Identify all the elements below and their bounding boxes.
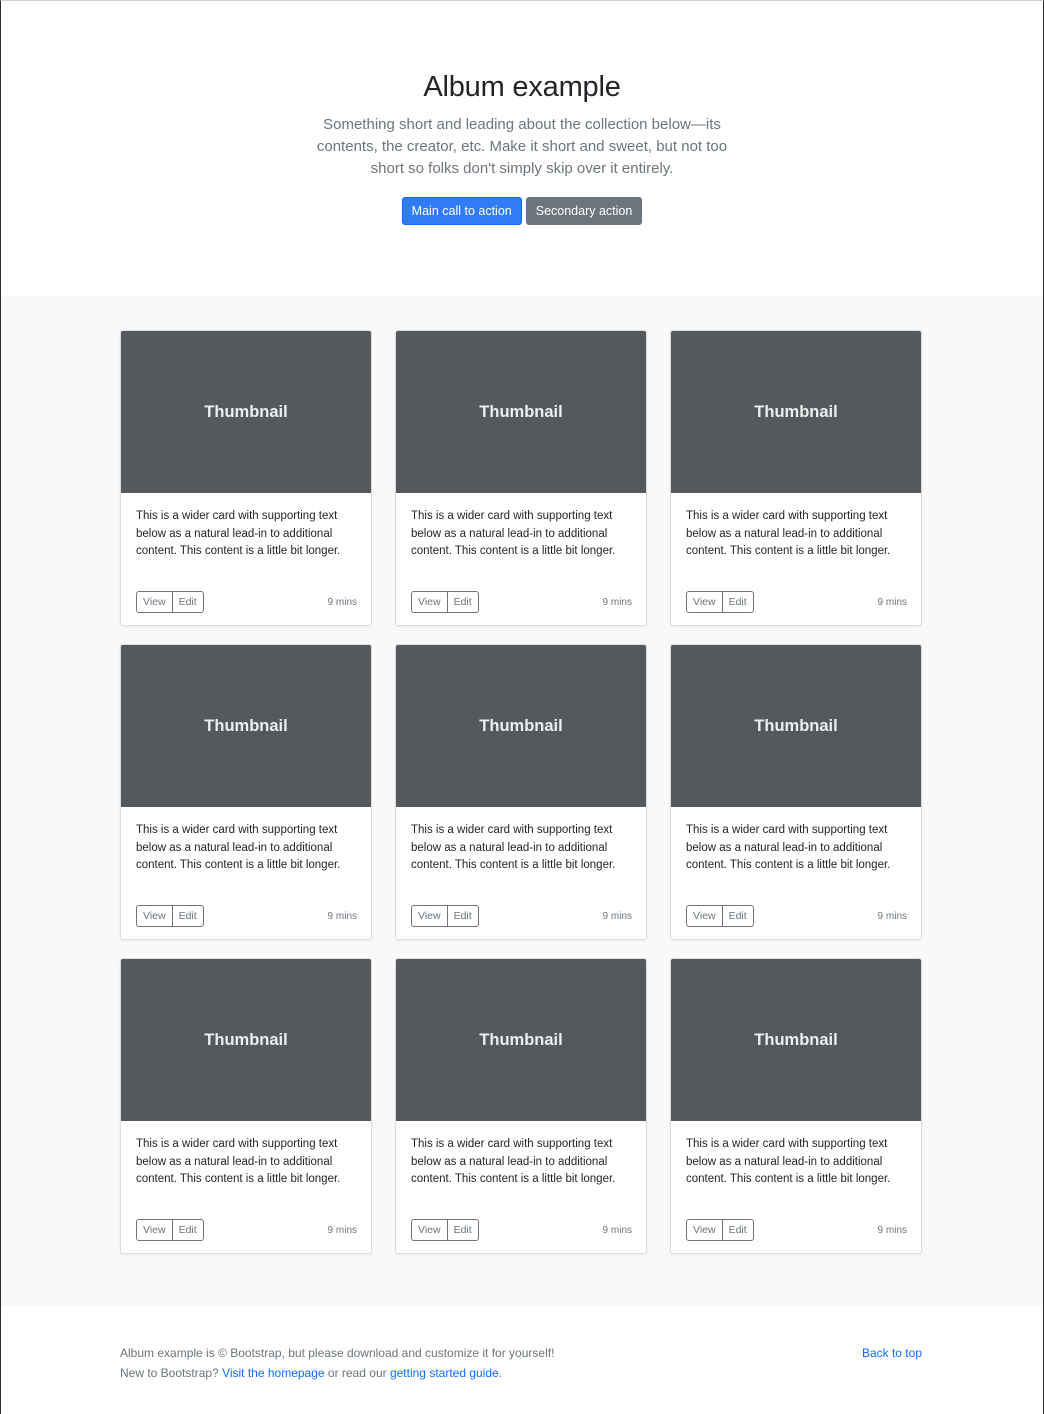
card-text: This is a wider card with supporting tex… bbox=[136, 1138, 341, 1185]
card-button-group: View Edit bbox=[686, 1219, 754, 1241]
card: Thumbnail This is a wider card with supp… bbox=[395, 644, 647, 940]
card: Thumbnail This is a wider card with supp… bbox=[120, 330, 372, 626]
card-text: This is a wider card with supporting tex… bbox=[136, 510, 341, 557]
card-text: This is a wider card with supporting tex… bbox=[686, 1138, 891, 1185]
card-time: 9 mins bbox=[327, 596, 357, 608]
card: Thumbnail This is a wider card with supp… bbox=[670, 644, 922, 940]
edit-button[interactable]: Edit bbox=[447, 1219, 479, 1241]
footer-help-middle: or read our bbox=[324, 1366, 390, 1380]
page-footer: Back to top Album example is © Bootstrap… bbox=[1, 1306, 1043, 1414]
getting-started-guide-link[interactable]: getting started guide bbox=[390, 1366, 499, 1380]
edit-button[interactable]: Edit bbox=[722, 905, 754, 927]
card-button-group: View Edit bbox=[411, 591, 479, 613]
card-button-group: View Edit bbox=[136, 591, 204, 613]
card-time: 9 mins bbox=[602, 1224, 632, 1236]
hero-actions: Main call to action Secondary action bbox=[1, 197, 1043, 225]
edit-button[interactable]: Edit bbox=[447, 591, 479, 613]
view-button[interactable]: View bbox=[136, 1219, 173, 1241]
card-button-group: View Edit bbox=[686, 905, 754, 927]
footer-help-suffix: . bbox=[498, 1366, 503, 1380]
card-thumbnail: Thumbnail bbox=[396, 959, 646, 1121]
view-button[interactable]: View bbox=[686, 1219, 723, 1241]
card-time: 9 mins bbox=[877, 910, 907, 922]
card-thumbnail: Thumbnail bbox=[671, 331, 921, 493]
card-time: 9 mins bbox=[327, 1224, 357, 1236]
card-thumbnail: Thumbnail bbox=[671, 959, 921, 1121]
hero-lead: Something short and leading about the co… bbox=[316, 116, 728, 177]
card: Thumbnail This is a wider card with supp… bbox=[395, 330, 647, 626]
page-title: Album example bbox=[423, 71, 621, 103]
card-text: This is a wider card with supporting tex… bbox=[686, 510, 891, 557]
card-button-group: View Edit bbox=[411, 905, 479, 927]
edit-button[interactable]: Edit bbox=[447, 905, 479, 927]
card-grid: Thumbnail This is a wider card with supp… bbox=[120, 330, 922, 1254]
hero-section: Album example Something short and leadin… bbox=[1, 1, 1043, 296]
card-time: 9 mins bbox=[327, 910, 357, 922]
edit-button[interactable]: Edit bbox=[722, 591, 754, 613]
card-button-group: View Edit bbox=[136, 905, 204, 927]
card: Thumbnail This is a wider card with supp… bbox=[670, 330, 922, 626]
view-button[interactable]: View bbox=[411, 591, 448, 613]
edit-button[interactable]: Edit bbox=[172, 905, 204, 927]
edit-button[interactable]: Edit bbox=[722, 1219, 754, 1241]
card-time: 9 mins bbox=[602, 596, 632, 608]
footer-help: New to Bootstrap? Visit the homepage or … bbox=[120, 1363, 922, 1383]
card-button-group: View Edit bbox=[411, 1219, 479, 1241]
card-thumbnail: Thumbnail bbox=[121, 645, 371, 807]
edit-button[interactable]: Edit bbox=[172, 1219, 204, 1241]
view-button[interactable]: View bbox=[686, 905, 723, 927]
homepage-link[interactable]: Visit the homepage bbox=[222, 1366, 325, 1380]
card-time: 9 mins bbox=[877, 1224, 907, 1236]
back-to-top-link[interactable]: Back to top bbox=[862, 1343, 922, 1363]
card-thumbnail: Thumbnail bbox=[671, 645, 921, 807]
card-button-group: View Edit bbox=[686, 591, 754, 613]
card-text: This is a wider card with supporting tex… bbox=[411, 510, 616, 557]
view-button[interactable]: View bbox=[411, 905, 448, 927]
card-text: This is a wider card with supporting tex… bbox=[411, 1138, 616, 1185]
card-time: 9 mins bbox=[602, 910, 632, 922]
card-thumbnail: Thumbnail bbox=[396, 645, 646, 807]
card: Thumbnail This is a wider card with supp… bbox=[120, 644, 372, 940]
footer-copyright: Album example is © Bootstrap, but please… bbox=[120, 1346, 555, 1360]
main-call-to-action-button[interactable]: Main call to action bbox=[401, 197, 522, 225]
edit-button[interactable]: Edit bbox=[172, 591, 204, 613]
view-button[interactable]: View bbox=[686, 591, 723, 613]
album-section: Thumbnail This is a wider card with supp… bbox=[1, 296, 1043, 1306]
card-text: This is a wider card with supporting tex… bbox=[686, 824, 891, 871]
card: Thumbnail This is a wider card with supp… bbox=[120, 958, 372, 1254]
card: Thumbnail This is a wider card with supp… bbox=[395, 958, 647, 1254]
card-text: This is a wider card with supporting tex… bbox=[411, 824, 616, 871]
view-button[interactable]: View bbox=[136, 591, 173, 613]
card-thumbnail: Thumbnail bbox=[121, 331, 371, 493]
secondary-action-button[interactable]: Secondary action bbox=[525, 197, 643, 225]
card-button-group: View Edit bbox=[136, 1219, 204, 1241]
card-thumbnail: Thumbnail bbox=[121, 959, 371, 1121]
view-button[interactable]: View bbox=[136, 905, 173, 927]
footer-help-prefix: New to Bootstrap? bbox=[120, 1366, 223, 1380]
card-time: 9 mins bbox=[877, 596, 907, 608]
card-text: This is a wider card with supporting tex… bbox=[136, 824, 341, 871]
card: Thumbnail This is a wider card with supp… bbox=[670, 958, 922, 1254]
view-button[interactable]: View bbox=[411, 1219, 448, 1241]
card-thumbnail: Thumbnail bbox=[396, 331, 646, 493]
